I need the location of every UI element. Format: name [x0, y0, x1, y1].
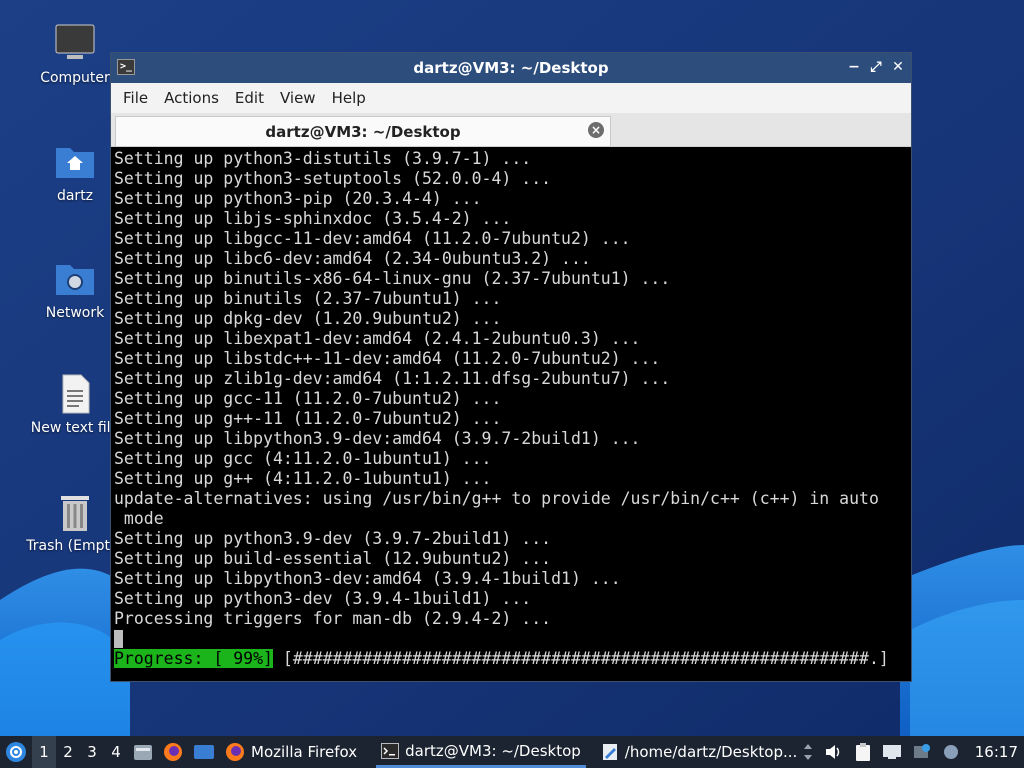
terminal-line: Setting up zlib1g-dev:amd64 (1:1.2.11.df… — [114, 369, 671, 388]
terminal-window: >_ dartz@VM3: ~/Desktop − ⤢ ✕ File Actio… — [110, 52, 912, 682]
workspace-2[interactable]: 2 — [56, 736, 80, 768]
clipboard-icon — [855, 743, 870, 761]
text-editor-icon — [602, 744, 617, 760]
clipboard-tray[interactable] — [849, 736, 877, 768]
terminal-line: Setting up libgcc-11-dev:amd64 (11.2.0-7… — [114, 229, 631, 248]
workspace-4[interactable]: 4 — [104, 736, 128, 768]
tab-bar: dartz@VM3: ~/Desktop × — [111, 113, 911, 147]
progress-label: Progress: [ 99%] — [114, 649, 273, 668]
update-notifier[interactable] — [907, 736, 937, 768]
tab-title: dartz@VM3: ~/Desktop — [265, 122, 461, 141]
terminal-cursor — [114, 630, 123, 648]
terminal-line: Setting up libc6-dev:amd64 (2.34-0ubuntu… — [114, 249, 591, 268]
start-menu-button[interactable] — [0, 736, 32, 768]
terminal-line: Setting up libpython3.9-dev:amd64 (3.9.7… — [114, 429, 641, 448]
terminal-line: Setting up libstdc++-11-dev:amd64 (11.2.… — [114, 349, 661, 368]
terminal-line: Setting up binutils (2.37-7ubuntu1) ... — [114, 289, 502, 308]
show-desktop-icon — [194, 745, 214, 759]
progress-line: Progress: [ 99%] [######################… — [114, 649, 908, 669]
close-button[interactable]: ✕ — [891, 58, 905, 76]
network-icon — [882, 745, 901, 759]
terminal-line: Setting up python3-distutils (3.9.7-1) .… — [114, 149, 532, 168]
update-icon — [913, 744, 930, 758]
network-folder-icon — [53, 257, 97, 301]
trash-icon — [53, 490, 97, 534]
menubar: File Actions Edit View Help — [111, 83, 911, 113]
terminal-line: mode — [114, 509, 164, 528]
task-firefox[interactable]: Mozilla Firefox — [220, 736, 362, 768]
terminal-line: Setting up dpkg-dev (1.20.9ubuntu2) ... — [114, 309, 502, 328]
file-manager-launcher[interactable] — [128, 736, 158, 768]
terminal-line: Setting up python3-pip (20.3.4-4) ... — [114, 189, 482, 208]
minimize-button[interactable]: − — [847, 58, 861, 76]
home-folder-icon — [53, 140, 97, 184]
terminal-cursor-line — [114, 629, 908, 649]
taskbar: 1 2 3 4 Mozilla Firefox dartz@VM3: ~/Des… — [0, 736, 1024, 768]
keyboard-layout-icon — [943, 745, 958, 759]
firefox-icon — [164, 743, 182, 761]
scroll-arrows-icon — [803, 744, 812, 760]
menu-view[interactable]: View — [272, 89, 324, 107]
terminal-line: Setting up python3.9-dev (3.9.7-2build1)… — [114, 529, 552, 548]
tab-close-icon[interactable]: × — [588, 122, 604, 138]
terminal-line: Setting up gcc-11 (11.2.0-7ubuntu2) ... — [114, 389, 502, 408]
volume-control[interactable] — [819, 736, 849, 768]
terminal-icon — [381, 742, 400, 759]
firefox-icon — [226, 743, 244, 761]
terminal-line: Setting up python3-setuptools (52.0.0-4)… — [114, 169, 552, 188]
network-tray[interactable] — [877, 736, 907, 768]
terminal-line: Setting up gcc (4:11.2.0-1ubuntu1) ... — [114, 449, 492, 468]
menu-file[interactable]: File — [115, 89, 156, 107]
terminal-line: Setting up libexpat1-dev:amd64 (2.4.1-2u… — [114, 329, 641, 348]
menu-help[interactable]: Help — [324, 89, 374, 107]
task-text-editor[interactable]: /home/dartz/Desktop... — [596, 736, 803, 768]
terminal-output[interactable]: Setting up python3-distutils (3.9.7-1) .… — [114, 147, 908, 678]
terminal-line: Setting up libjs-sphinxdoc (3.5.4-2) ... — [114, 209, 512, 228]
terminal-line: Setting up python3-dev (3.9.4-1build1) .… — [114, 589, 532, 608]
firefox-launcher[interactable] — [158, 736, 188, 768]
terminal-line: update-alternatives: using /usr/bin/g++ … — [114, 489, 879, 508]
task-label: dartz@VM3: ~/Desktop — [405, 741, 581, 760]
scroll-indicator[interactable] — [797, 736, 819, 768]
terminal-line: Setting up build-essential (12.9ubuntu2)… — [114, 549, 552, 568]
progress-bar: [#######################################… — [272, 649, 889, 668]
maximize-button[interactable]: ⤢ — [869, 58, 883, 76]
text-file-icon — [53, 372, 97, 416]
task-label: Mozilla Firefox — [251, 743, 358, 761]
terminal-line: Setting up g++ (4:11.2.0-1ubuntu1) ... — [114, 469, 492, 488]
window-title: dartz@VM3: ~/Desktop — [413, 59, 609, 77]
lubuntu-logo-icon — [6, 742, 26, 762]
task-label: /home/dartz/Desktop... — [624, 743, 798, 761]
file-manager-icon — [134, 745, 152, 760]
clock[interactable]: 16:17 — [965, 743, 1024, 761]
terminal-app-icon: >_ — [117, 59, 135, 75]
workspace-3[interactable]: 3 — [80, 736, 104, 768]
computer-icon — [53, 22, 97, 66]
terminal-line: Processing triggers for man-db (2.9.4-2)… — [114, 609, 552, 628]
show-desktop-launcher[interactable] — [188, 736, 220, 768]
terminal-line: Setting up g++-11 (11.2.0-7ubuntu2) ... — [114, 409, 502, 428]
menu-edit[interactable]: Edit — [227, 89, 272, 107]
system-tray: 16:17 — [797, 736, 1024, 768]
terminal-line: Setting up libpython3-dev:amd64 (3.9.4-1… — [114, 569, 621, 588]
volume-icon — [825, 745, 840, 759]
task-terminal[interactable]: dartz@VM3: ~/Desktop — [376, 736, 586, 768]
workspace-1[interactable]: 1 — [32, 736, 56, 768]
menu-actions[interactable]: Actions — [156, 89, 227, 107]
input-tray[interactable] — [937, 736, 965, 768]
terminal-line: Setting up binutils-x86-64-linux-gnu (2.… — [114, 269, 671, 288]
window-titlebar[interactable]: >_ dartz@VM3: ~/Desktop − ⤢ ✕ — [111, 53, 911, 83]
terminal-tab[interactable]: dartz@VM3: ~/Desktop × — [115, 116, 611, 146]
